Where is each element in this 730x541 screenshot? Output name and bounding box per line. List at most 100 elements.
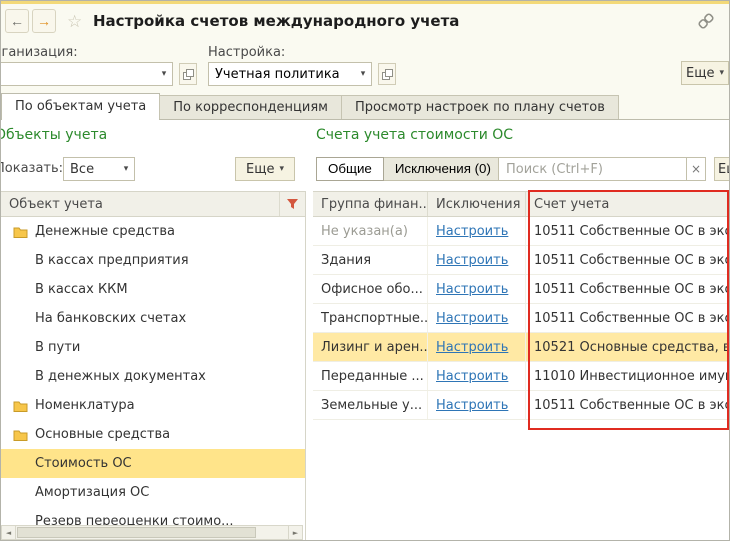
filter-exceptions-button[interactable]: Исключения (0) <box>383 157 503 181</box>
group-cell: Транспортные... <box>313 304 428 332</box>
tree-table-header: Объект учета <box>1 191 305 217</box>
tree-row-label: Основные средства <box>35 427 170 442</box>
tree-row[interactable]: Основные средства <box>1 420 305 449</box>
setting-open-button[interactable] <box>378 63 396 85</box>
tree-row-label: В кассах предприятия <box>35 253 189 268</box>
org-combo: ▾ <box>0 62 173 86</box>
account-cell: 10521 Основные средства, взят <box>526 333 730 361</box>
forward-icon: → <box>37 14 51 28</box>
scroll-left-icon[interactable]: ◄ <box>1 525 16 540</box>
org-open-button[interactable] <box>179 63 197 85</box>
left-panel-title: Объекты учета <box>0 127 107 143</box>
tree-row[interactable]: В пути <box>1 333 305 362</box>
tree-row[interactable]: В денежных документах <box>1 362 305 391</box>
chevron-down-icon: ▾ <box>279 164 284 174</box>
toolbar: ← → ☆ Настройка счетов международного уч… <box>0 4 730 39</box>
tab-plan-view[interactable]: Просмотр настроек по плану счетов <box>341 95 619 119</box>
more-label: Еще <box>246 162 274 177</box>
configure-cell: Настроить <box>428 246 526 274</box>
table-row[interactable]: Здания Настроить 10511 Собственные ОС в … <box>313 246 730 275</box>
link-icon[interactable] <box>697 12 715 34</box>
column-header-exceptions: Исключения <box>428 192 526 216</box>
back-button[interactable]: ← <box>5 9 29 33</box>
tree-column-header: Объект учета <box>1 197 279 212</box>
show-combo[interactable]: Все ▾ <box>63 157 135 181</box>
configure-link[interactable]: Настроить <box>436 253 508 268</box>
folder-icon <box>13 226 28 238</box>
group-cell: Здания <box>313 246 428 274</box>
tab-by-objects[interactable]: По объектам учета <box>1 93 160 120</box>
scrollbar-track[interactable] <box>16 525 288 540</box>
configure-cell: Настроить <box>428 333 526 361</box>
tab-by-correspondence[interactable]: По корреспонденциям <box>159 95 342 119</box>
page-title: Настройка счетов международного учета <box>93 12 459 30</box>
setting-label: Настройка: <box>208 45 285 60</box>
filter-common-button[interactable]: Общие <box>316 157 384 181</box>
form-window: ← → ☆ Настройка счетов международного уч… <box>0 1 730 541</box>
filter-segment: Общие Исключения (0) <box>316 157 503 181</box>
configure-link[interactable]: Настроить <box>436 282 508 297</box>
group-cell: Не указан(а) <box>313 217 428 245</box>
tree-row-selected[interactable]: Стоимость ОС <box>1 449 305 478</box>
tree-row[interactable]: Номенклатура <box>1 391 305 420</box>
chevron-down-icon: ▾ <box>719 68 724 78</box>
account-cell: 10511 Собственные ОС в эксплу <box>526 304 730 332</box>
configure-link[interactable]: Настроить <box>436 340 508 355</box>
scrollbar-thumb[interactable] <box>17 527 256 538</box>
account-cell: 10511 Собственные ОС в эксплу <box>526 217 730 245</box>
tree-row-label: Амортизация ОС <box>35 485 149 500</box>
tree-row[interactable]: В кассах ККМ <box>1 275 305 304</box>
tree-row[interactable]: Амортизация ОС <box>1 478 305 507</box>
tab-bar: По объектам учета По корреспонденциям Пр… <box>0 93 730 120</box>
app-window: ← → ☆ Настройка счетов международного уч… <box>0 0 730 541</box>
configure-cell: Настроить <box>428 362 526 390</box>
objects-tree-table: Объект учета Денежные средства В кассах … <box>1 191 306 541</box>
search-clear-icon[interactable]: × <box>686 158 705 180</box>
table-row[interactable]: Переданные ... Настроить 11010 Инвестици… <box>313 362 730 391</box>
filter-icon[interactable] <box>279 192 305 216</box>
tree-row-label: В кассах ККМ <box>35 282 128 297</box>
more-button-left[interactable]: Еще ▾ <box>235 157 295 181</box>
configure-cell: Настроить <box>428 391 526 419</box>
folder-icon <box>13 429 28 441</box>
more-label: Еще <box>718 162 730 177</box>
configure-link[interactable]: Настроить <box>436 369 508 384</box>
table-row-selected[interactable]: Лизинг и арен... Настроить 10521 Основны… <box>313 333 730 362</box>
tree-row[interactable]: На банковских счетах <box>1 304 305 333</box>
org-input[interactable] <box>0 63 156 85</box>
table-row[interactable]: Земельные у... Настроить 10511 Собственн… <box>313 391 730 420</box>
table-row[interactable]: Не указан(а) Настроить 10511 Собственные… <box>313 217 730 246</box>
more-label: Еще <box>686 66 714 81</box>
show-label: Показать: <box>0 161 63 176</box>
tree-row[interactable]: В кассах предприятия <box>1 246 305 275</box>
tree-row-label: В денежных документах <box>35 369 206 384</box>
table-row[interactable]: Офисное обо... Настроить 10511 Собственн… <box>313 275 730 304</box>
more-button-right[interactable]: Еще ▾ <box>714 157 730 181</box>
tree-row[interactable]: Денежные средства <box>1 217 305 246</box>
configure-cell: Настроить <box>428 275 526 303</box>
tree-row-label: Стоимость ОС <box>35 456 132 471</box>
favorites-star-icon[interactable]: ☆ <box>67 12 82 32</box>
chevron-down-icon[interactable]: ▾ <box>355 63 371 85</box>
forward-button[interactable]: → <box>32 9 56 33</box>
configure-link[interactable]: Настроить <box>436 224 508 239</box>
configure-link[interactable]: Настроить <box>436 311 508 326</box>
table-row[interactable]: Транспортные... Настроить 10511 Собствен… <box>313 304 730 333</box>
column-header-group: Группа финан... <box>313 192 428 216</box>
scroll-right-icon[interactable]: ► <box>288 525 303 540</box>
horizontal-scrollbar[interactable]: ◄ ► <box>1 525 303 540</box>
open-icon <box>183 69 194 80</box>
tree-row-label: В пути <box>35 340 80 355</box>
chevron-down-icon[interactable]: ▾ <box>118 158 134 180</box>
right-panel-title: Счета учета стоимости ОС <box>316 127 513 143</box>
setting-input[interactable] <box>209 63 355 85</box>
account-cell: 11010 Инвестиционное имущест <box>526 362 730 390</box>
chevron-down-icon[interactable]: ▾ <box>156 63 172 85</box>
group-cell: Офисное обо... <box>313 275 428 303</box>
open-icon <box>382 69 393 80</box>
tree-row-label: Денежные средства <box>35 224 175 239</box>
search-input[interactable] <box>499 158 686 180</box>
column-header-account: Счет учета <box>526 192 730 216</box>
configure-link[interactable]: Настроить <box>436 398 508 413</box>
more-button-top[interactable]: Еще ▾ <box>681 61 729 85</box>
